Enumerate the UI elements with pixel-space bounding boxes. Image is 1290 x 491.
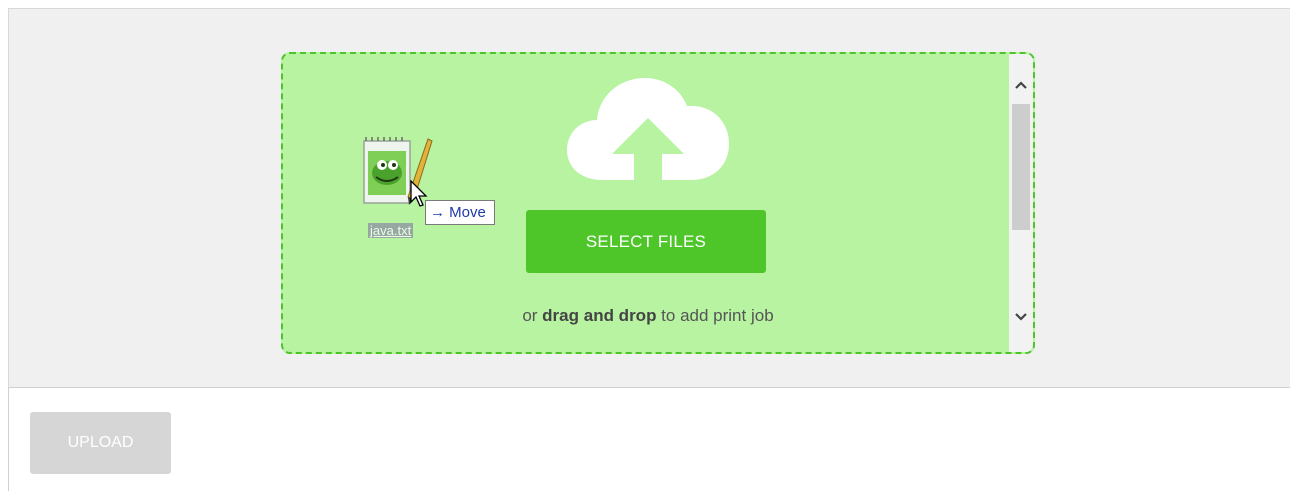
move-tooltip: → Move — [425, 200, 495, 225]
divider — [8, 388, 9, 491]
hint-prefix: or — [522, 306, 543, 325]
cloud-upload-icon — [567, 78, 729, 180]
upload-button[interactable]: UPLOAD — [30, 412, 171, 474]
scrollbar-thumb[interactable] — [1012, 104, 1030, 230]
dragged-file-name: java.txt — [368, 223, 414, 238]
move-arrow: → — [430, 204, 445, 221]
notepad-file-icon — [363, 137, 433, 205]
move-label: Move — [449, 204, 486, 221]
hint-suffix: to add print job — [656, 306, 774, 325]
select-files-button[interactable]: SELECT FILES — [526, 210, 766, 273]
chevron-up-icon[interactable] — [1009, 74, 1033, 96]
dropzone-scrollbar[interactable] — [1009, 54, 1033, 352]
drag-drop-hint: or drag and drop to add print job — [283, 306, 1013, 326]
chevron-down-icon[interactable] — [1009, 306, 1033, 328]
upload-panel: SELECT FILES or drag and drop to add pri… — [8, 8, 1290, 388]
hint-bold: drag and drop — [542, 306, 657, 325]
